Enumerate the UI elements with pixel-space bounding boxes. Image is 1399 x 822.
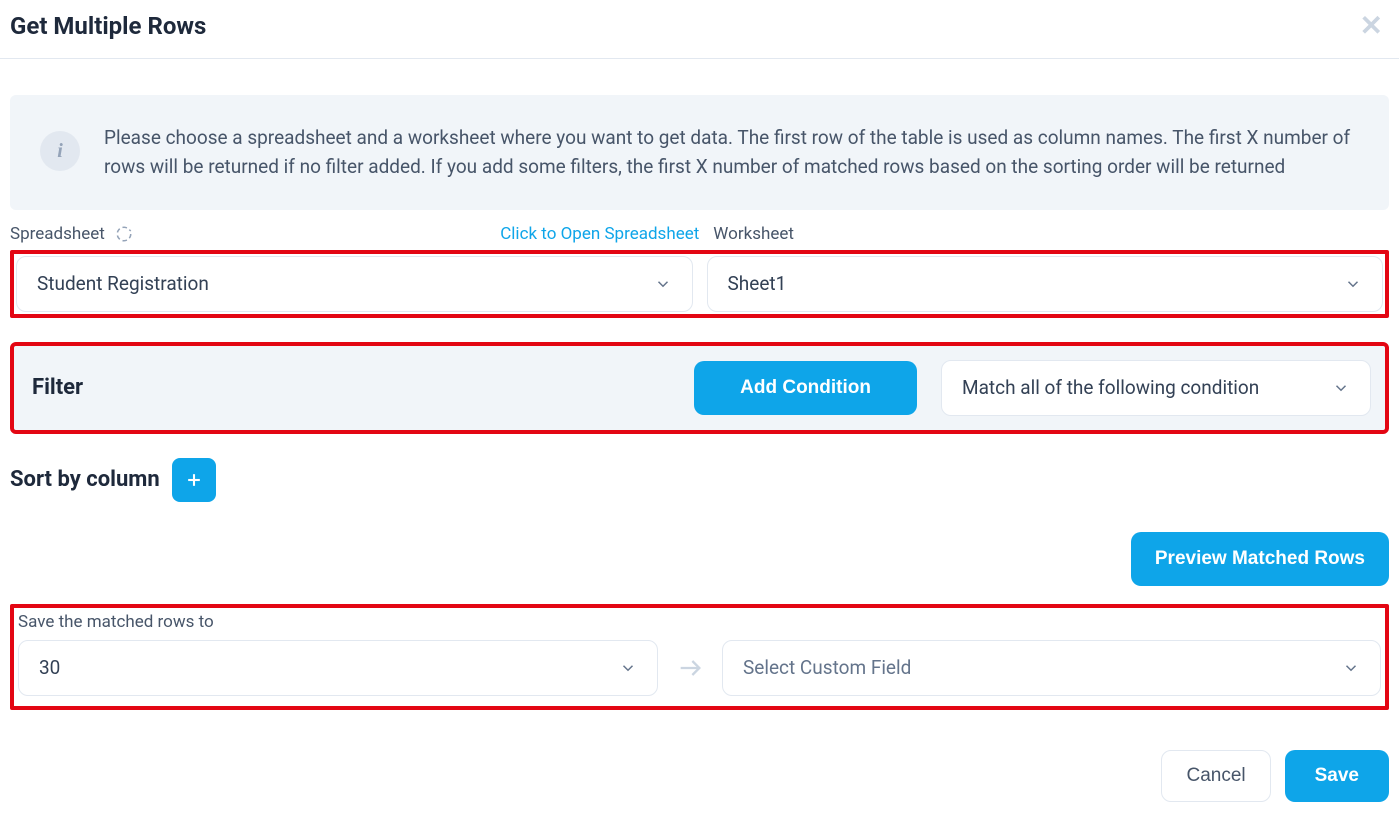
preview-matched-rows-button[interactable]: Preview Matched Rows	[1131, 532, 1389, 586]
save-button[interactable]: Save	[1285, 750, 1389, 802]
select-labels-row: Spreadsheet Click to Open Spreadsheet Wo…	[10, 224, 1389, 244]
save-matched-highlight: Save the matched rows to 30 Select Custo…	[10, 604, 1389, 710]
dialog-footer: Cancel Save	[0, 750, 1399, 822]
sort-label: Sort by column	[10, 467, 160, 492]
custom-field-placeholder: Select Custom Field	[743, 656, 911, 679]
filter-highlight: Filter Add Condition Match all of the fo…	[10, 342, 1389, 434]
dialog-title: Get Multiple Rows	[10, 12, 206, 40]
chevron-down-icon	[1332, 379, 1350, 397]
preview-row: Preview Matched Rows	[10, 532, 1389, 586]
arrow-right-icon	[676, 654, 704, 682]
open-spreadsheet-link[interactable]: Click to Open Spreadsheet	[500, 224, 699, 244]
row-count-value: 30	[39, 656, 60, 679]
chevron-down-icon	[1342, 659, 1360, 677]
chevron-down-icon	[654, 275, 672, 293]
dialog-header: Get Multiple Rows ✕	[0, 0, 1399, 59]
worksheet-label: Worksheet	[713, 224, 1389, 244]
custom-field-select[interactable]: Select Custom Field	[722, 640, 1381, 696]
spreadsheet-select[interactable]: Student Registration	[16, 256, 693, 312]
match-condition-value: Match all of the following condition	[962, 376, 1259, 399]
worksheet-select[interactable]: Sheet1	[707, 256, 1384, 312]
info-banner: i Please choose a spreadsheet and a work…	[10, 95, 1389, 210]
spreadsheet-value: Student Registration	[37, 272, 209, 295]
save-matched-label: Save the matched rows to	[18, 612, 1381, 632]
row-count-select[interactable]: 30	[18, 640, 658, 696]
sort-row: Sort by column	[10, 458, 1389, 502]
chevron-down-icon	[1344, 275, 1362, 293]
info-text: Please choose a spreadsheet and a worksh…	[104, 123, 1359, 182]
cancel-button[interactable]: Cancel	[1161, 750, 1270, 802]
spreadsheet-label: Spreadsheet	[10, 224, 105, 244]
match-condition-select[interactable]: Match all of the following condition	[941, 360, 1371, 416]
add-sort-button[interactable]	[172, 458, 216, 502]
info-icon: i	[40, 131, 80, 171]
chevron-down-icon	[619, 659, 637, 677]
plus-icon	[184, 470, 204, 490]
close-icon[interactable]: ✕	[1360, 12, 1389, 40]
refresh-icon[interactable]	[115, 225, 133, 243]
worksheet-value: Sheet1	[728, 272, 787, 295]
filter-label: Filter	[32, 375, 670, 400]
spreadsheet-worksheet-highlight: Student Registration Sheet1	[10, 250, 1389, 318]
add-condition-button[interactable]: Add Condition	[694, 361, 917, 415]
